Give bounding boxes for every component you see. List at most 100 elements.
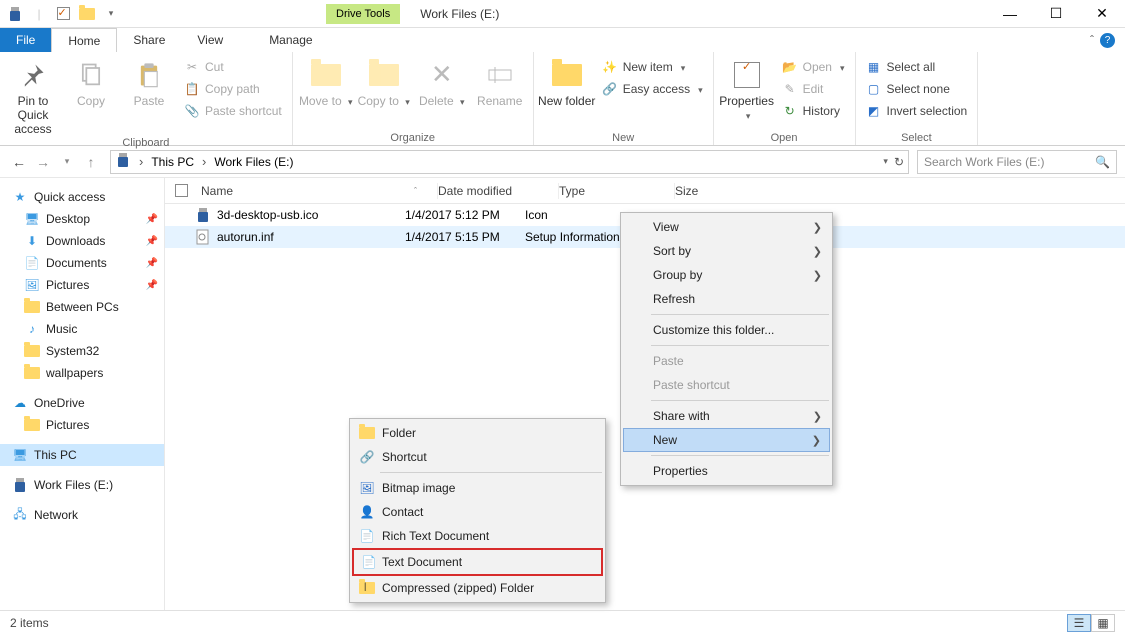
breadcrumb-drive[interactable]: Work Files (E:)	[214, 155, 293, 169]
ctx-properties[interactable]: Properties	[623, 459, 830, 483]
new-submenu: Folder 🔗Shortcut 🖼Bitmap image 👤Contact …	[349, 418, 606, 603]
new-folder[interactable]: Folder	[352, 421, 603, 445]
ribbon-group-open: Properties 📂Open ✎Edit ↻History Open	[714, 52, 856, 145]
copy-to-button[interactable]: Copy to	[355, 55, 413, 109]
new-rtf[interactable]: 📄Rich Text Document	[352, 524, 603, 548]
copy-path-icon: 📋	[184, 81, 200, 97]
rename-button[interactable]: Rename	[471, 55, 529, 109]
tab-file[interactable]: File	[0, 28, 51, 52]
sidebar-wallpapers[interactable]: wallpapers	[0, 362, 164, 384]
sidebar-network[interactable]: 🖧Network	[0, 504, 164, 526]
ctx-new[interactable]: New❯	[623, 428, 830, 452]
new-shortcut[interactable]: 🔗Shortcut	[352, 445, 603, 469]
search-icon: 🔍	[1095, 155, 1110, 169]
forward-button[interactable]: →	[32, 151, 54, 173]
breadcrumb-this-pc[interactable]: This PC	[151, 155, 194, 169]
cut-button[interactable]: ✂Cut	[182, 57, 284, 77]
qat-dropdown[interactable]: ▾	[100, 3, 122, 25]
tab-view[interactable]: View	[181, 28, 239, 52]
new-folder-button[interactable]: New folder	[538, 55, 596, 109]
minimize-button[interactable]: —	[987, 0, 1033, 28]
sidebar-pictures[interactable]: 🖼Pictures📌	[0, 274, 164, 296]
ctx-view[interactable]: View❯	[623, 215, 830, 239]
copy-path-button[interactable]: 📋Copy path	[182, 79, 284, 99]
qat-properties-icon[interactable]	[52, 3, 74, 25]
open-button[interactable]: 📂Open	[780, 57, 847, 77]
sidebar-between-pcs[interactable]: Between PCs	[0, 296, 164, 318]
up-button[interactable]: ↑	[80, 151, 102, 173]
refresh-button[interactable]: ↻	[894, 155, 904, 169]
ctx-refresh[interactable]: Refresh	[623, 287, 830, 311]
new-text-document[interactable]: 📄Text Document	[354, 550, 601, 574]
sidebar-work-files[interactable]: Work Files (E:)	[0, 474, 164, 496]
bitmap-icon: 🖼	[358, 479, 376, 497]
usb-icon	[12, 477, 28, 493]
qat-separator: |	[28, 3, 50, 25]
zip-icon: |	[358, 579, 376, 597]
file-name: 3d-desktop-usb.ico	[217, 208, 318, 222]
sidebar-quick-access[interactable]: ★Quick access	[0, 186, 164, 208]
back-button[interactable]: ←	[8, 151, 30, 173]
column-name[interactable]: Nameˆ	[197, 184, 437, 198]
sidebar-system32[interactable]: System32	[0, 340, 164, 362]
sidebar-this-pc[interactable]: 🖥This PC	[0, 444, 164, 466]
sidebar-downloads[interactable]: ⬇Downloads📌	[0, 230, 164, 252]
maximize-button[interactable]: ☐	[1033, 0, 1079, 28]
onedrive-icon: ☁	[12, 395, 28, 411]
ctx-sort-by[interactable]: Sort by❯	[623, 239, 830, 263]
close-button[interactable]: ✕	[1079, 0, 1125, 28]
new-item-button[interactable]: ✨New item	[600, 57, 705, 77]
select-none-button[interactable]: ▢Select none	[864, 79, 970, 99]
tab-manage[interactable]: Manage	[253, 28, 328, 52]
details-view-button[interactable]: ☰	[1067, 614, 1091, 632]
sidebar-onedrive-pictures[interactable]: Pictures	[0, 414, 164, 436]
ctx-paste[interactable]: Paste	[623, 349, 830, 373]
text-doc-icon: 📄	[360, 553, 378, 571]
history-button[interactable]: ↻History	[780, 101, 847, 121]
shortcut-icon: 🔗	[358, 448, 376, 466]
cut-icon: ✂	[184, 59, 200, 75]
qat-new-folder-icon[interactable]	[76, 3, 98, 25]
help-icon[interactable]: ?	[1100, 33, 1115, 48]
ctx-share-with[interactable]: Share with❯	[623, 404, 830, 428]
move-to-button[interactable]: Move to	[297, 55, 355, 109]
column-type[interactable]: Type	[559, 184, 674, 198]
app-icon	[4, 3, 26, 25]
invert-selection-button[interactable]: ◩Invert selection	[864, 101, 970, 121]
recent-locations-button[interactable]: ▾	[56, 151, 78, 173]
select-all-icon: ▦	[866, 59, 882, 75]
sidebar-documents[interactable]: 📄Documents📌	[0, 252, 164, 274]
new-bitmap[interactable]: 🖼Bitmap image	[352, 476, 603, 500]
easy-access-button[interactable]: 🔗Easy access	[600, 79, 705, 99]
tab-share[interactable]: Share	[117, 28, 181, 52]
sidebar-onedrive[interactable]: ☁OneDrive	[0, 392, 164, 414]
sidebar-desktop[interactable]: 🖥Desktop📌	[0, 208, 164, 230]
ctx-paste-shortcut[interactable]: Paste shortcut	[623, 373, 830, 397]
select-all-button[interactable]: ▦Select all	[864, 57, 970, 77]
ctx-customize[interactable]: Customize this folder...	[623, 318, 830, 342]
ribbon-group-organize: Move to Copy to ✕ Delete Rename Organize	[293, 52, 534, 145]
select-none-icon: ▢	[866, 81, 882, 97]
properties-button[interactable]: Properties	[718, 55, 776, 123]
search-input[interactable]: Search Work Files (E:) 🔍	[917, 150, 1117, 174]
invert-selection-icon: ◩	[866, 103, 882, 119]
delete-button[interactable]: ✕ Delete	[413, 55, 471, 109]
ribbon-collapse-icon[interactable]: ˆ	[1090, 33, 1094, 47]
tab-home[interactable]: Home	[51, 28, 117, 52]
history-icon: ↻	[782, 103, 798, 119]
sidebar-music[interactable]: ♪Music	[0, 318, 164, 340]
paste-button[interactable]: Paste	[120, 55, 178, 109]
edit-button[interactable]: ✎Edit	[780, 79, 847, 99]
thumbnails-view-button[interactable]: ▦	[1091, 614, 1115, 632]
select-all-checkbox[interactable]	[175, 184, 188, 197]
copy-button[interactable]: Copy	[62, 55, 120, 109]
column-date[interactable]: Date modified	[438, 184, 558, 198]
ctx-group-by[interactable]: Group by❯	[623, 263, 830, 287]
new-contact[interactable]: 👤Contact	[352, 500, 603, 524]
new-zip[interactable]: |Compressed (zipped) Folder	[352, 576, 603, 600]
address-bar[interactable]: This PC Work Files (E:) ▾ ↻	[110, 150, 909, 174]
pin-to-quick-access-button[interactable]: Pin to Quick access	[4, 55, 62, 136]
address-dropdown[interactable]: ▾	[883, 156, 888, 167]
paste-shortcut-button[interactable]: 📎Paste shortcut	[182, 101, 284, 121]
column-size[interactable]: Size	[675, 184, 735, 198]
